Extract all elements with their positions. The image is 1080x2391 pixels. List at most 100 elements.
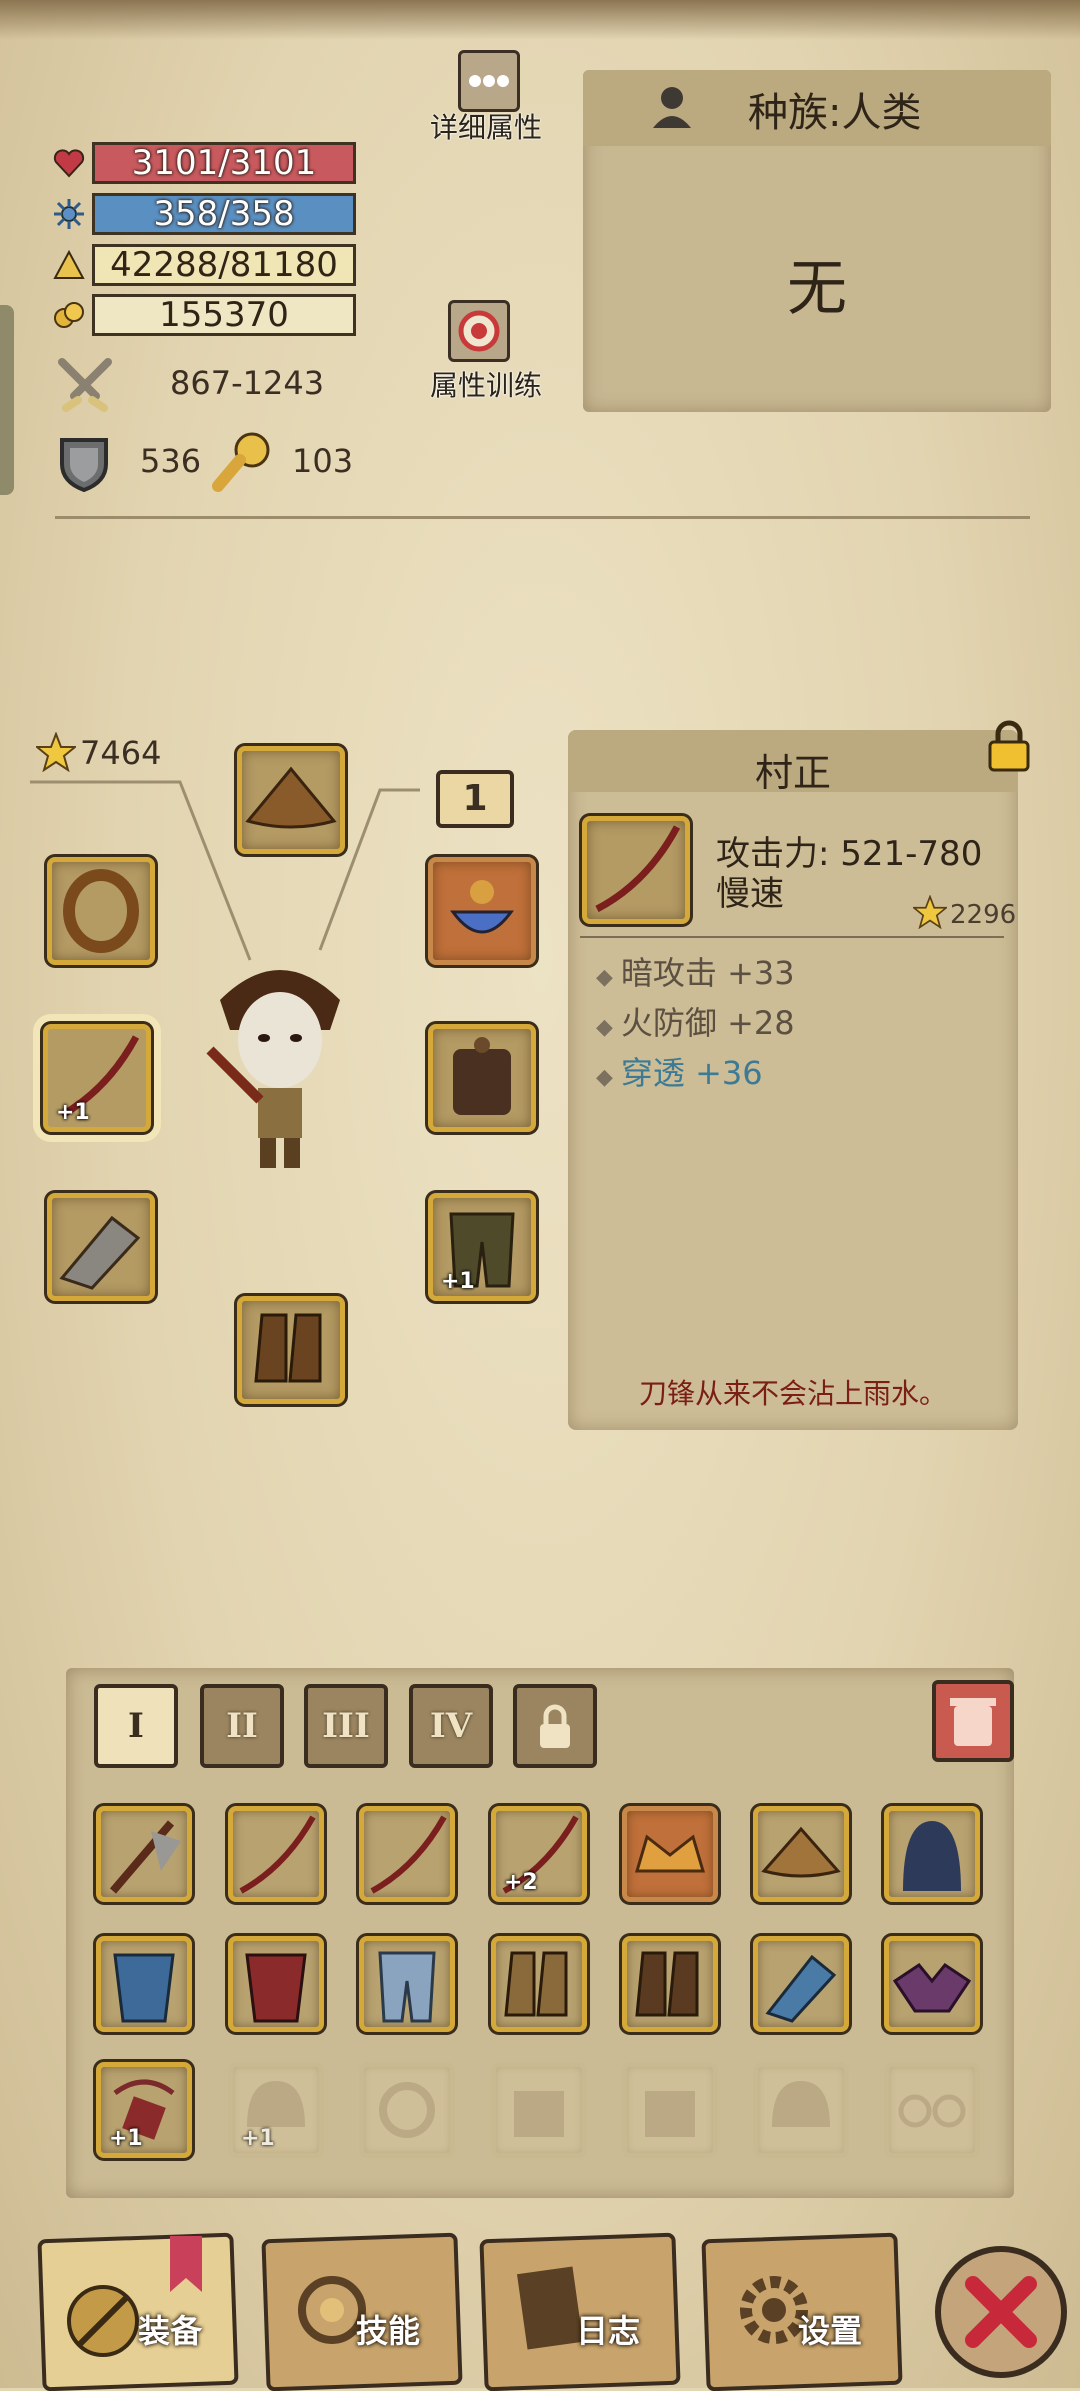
person-icon bbox=[653, 87, 691, 128]
inventory-item-empty-box[interactable] bbox=[491, 2062, 587, 2158]
nav-skills[interactable]: 技能 bbox=[261, 2232, 463, 2391]
lock-icon bbox=[540, 1704, 570, 1748]
helmet-icon bbox=[772, 2081, 830, 2127]
level-badge[interactable]: 1 bbox=[436, 770, 514, 828]
inventory-item-gauntlet[interactable] bbox=[753, 1936, 849, 2032]
inventory-item-straw-hat[interactable] bbox=[753, 1806, 849, 1902]
inventory-item-amulet[interactable]: +1 bbox=[96, 2062, 192, 2158]
bat-icon bbox=[892, 1962, 972, 2013]
tab-1[interactable]: I bbox=[94, 1684, 178, 1768]
defense-value: 536 bbox=[140, 442, 202, 480]
trash-button[interactable] bbox=[932, 1680, 1014, 1762]
nav-log[interactable]: 日志 bbox=[479, 2232, 681, 2391]
nav-settings[interactable]: 设置 bbox=[701, 2232, 903, 2391]
inventory-item-empty-helmet[interactable]: +1 bbox=[228, 2062, 324, 2158]
boots-slot[interactable] bbox=[237, 1296, 345, 1404]
inventory-item-hood[interactable] bbox=[884, 1806, 980, 1902]
inventory-item-empty-ring[interactable] bbox=[359, 2062, 455, 2158]
straw-hat-icon bbox=[761, 1826, 841, 1878]
amulet-icon bbox=[450, 880, 514, 934]
mp-value: 358/358 bbox=[153, 194, 295, 234]
inventory-item-bat[interactable] bbox=[884, 1936, 980, 2032]
armor-icon bbox=[245, 1953, 307, 2023]
item-quote: 刀锋从来不会沾上雨水。 bbox=[638, 1377, 947, 1410]
box-icon bbox=[645, 2091, 695, 2137]
inventory-item-empty-glasses[interactable] bbox=[884, 2062, 980, 2158]
weapon-slot[interactable]: +1 bbox=[43, 1024, 151, 1132]
race-title: 种族:人类 bbox=[748, 90, 922, 136]
ring-slot[interactable] bbox=[47, 857, 155, 965]
crown-icon bbox=[634, 1834, 706, 1873]
gold-value: 155370 bbox=[159, 295, 289, 335]
weapon-plus: +1 bbox=[56, 1100, 90, 1125]
inventory-item-katana[interactable] bbox=[228, 1806, 324, 1902]
item-prop: ◆ 暗攻击 +33 bbox=[596, 954, 795, 992]
katana-icon bbox=[239, 1815, 316, 1894]
close-button[interactable] bbox=[935, 2246, 1067, 2378]
gauntlet-icon bbox=[765, 1954, 837, 2023]
item-score: 2296 bbox=[950, 900, 1017, 930]
shield-icon bbox=[60, 438, 108, 492]
top-edge bbox=[0, 0, 1080, 40]
tab-4[interactable]: IV bbox=[409, 1684, 493, 1768]
mana-icon bbox=[54, 199, 84, 229]
inventory-item-blue-armor[interactable] bbox=[96, 1936, 192, 2032]
gold-bar: 155370 bbox=[92, 294, 356, 336]
item-prop: ◆ 火防御 +28 bbox=[596, 1004, 795, 1042]
inventory-item-boots[interactable] bbox=[622, 1936, 718, 2032]
ring-icon bbox=[63, 869, 139, 953]
gauntlet-slot[interactable] bbox=[47, 1193, 155, 1301]
star-icon bbox=[913, 895, 947, 929]
inventory-item-empty-helmet[interactable] bbox=[753, 2062, 849, 2158]
detail-attributes-label: 详细属性 bbox=[430, 111, 543, 144]
tab-2[interactable]: II bbox=[200, 1684, 284, 1768]
inventory-item-katana[interactable]: +2 bbox=[491, 1806, 587, 1902]
trash-icon bbox=[950, 1698, 996, 1746]
boots-icon bbox=[635, 1951, 699, 2017]
race-panel: 种族:人类 无 bbox=[583, 70, 1051, 412]
boots-icon bbox=[504, 1951, 568, 2017]
amulet-slot[interactable] bbox=[428, 857, 536, 965]
tab-3[interactable]: III bbox=[304, 1684, 388, 1768]
hp-value: 3101/3101 bbox=[131, 143, 317, 183]
heart-icon bbox=[53, 149, 85, 178]
close-icon bbox=[965, 2276, 1037, 2348]
attack-value: 867-1243 bbox=[170, 364, 325, 402]
armor-icon bbox=[113, 1953, 175, 2023]
mp-bar: 358/358 bbox=[92, 193, 356, 235]
item-speed: 慢速 bbox=[716, 874, 784, 914]
axe-icon bbox=[67, 2285, 139, 2357]
item-detail-panel: 村正 攻击力: 521-780 慢速 2296 ◆ 暗攻击 +33 ◆ 火防御 +2… bbox=[568, 720, 1030, 1430]
detail-attributes-button[interactable] bbox=[458, 50, 520, 112]
attribute-training-label: 属性训练 bbox=[430, 369, 543, 402]
experience-icon bbox=[53, 249, 85, 279]
pants-slot[interactable]: +1 bbox=[428, 1193, 536, 1301]
box-icon bbox=[514, 2091, 564, 2137]
inventory-item-boots[interactable] bbox=[491, 1936, 587, 2032]
armor-slot[interactable] bbox=[428, 1024, 536, 1132]
glasses-icon bbox=[898, 2094, 966, 2128]
attribute-training-button[interactable] bbox=[448, 300, 510, 362]
nav-equip[interactable]: 装备 bbox=[37, 2232, 239, 2391]
inventory-item-crown[interactable] bbox=[622, 1806, 718, 1902]
inventory-item-katana[interactable] bbox=[359, 1806, 455, 1902]
item-divider bbox=[580, 936, 1004, 938]
trophy-icon bbox=[212, 432, 270, 492]
helmet-slot[interactable] bbox=[237, 746, 345, 854]
katana-icon bbox=[595, 825, 681, 913]
straw-hat-icon bbox=[245, 766, 337, 829]
side-drawer-handle[interactable] bbox=[0, 305, 14, 495]
exp-bar: 42288/81180 bbox=[92, 244, 356, 286]
nav-log-label: 日志 bbox=[576, 2312, 641, 2350]
character-portrait bbox=[206, 970, 340, 1168]
armor-icon bbox=[453, 1037, 511, 1115]
lock-icon[interactable] bbox=[984, 718, 1034, 774]
inventory-item-axe[interactable] bbox=[96, 1806, 192, 1902]
inventory-item-pants[interactable] bbox=[359, 1936, 455, 2032]
inventory-item-red-armor[interactable] bbox=[228, 1936, 324, 2032]
katana-icon bbox=[370, 1815, 447, 1894]
inventory-item-empty-box[interactable] bbox=[622, 2062, 718, 2158]
tab-locked[interactable] bbox=[513, 1684, 597, 1768]
other-value: 103 bbox=[292, 442, 354, 480]
nav-settings-label: 设置 bbox=[798, 2312, 863, 2350]
